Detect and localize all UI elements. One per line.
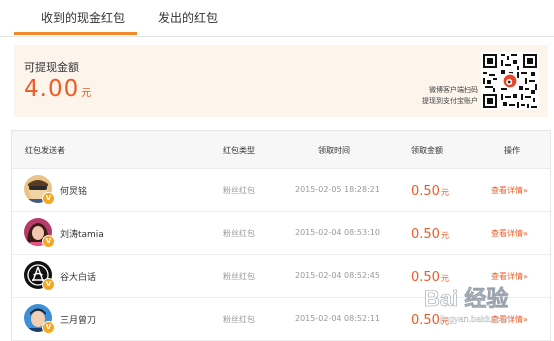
qr-caption: 微博客户端扫码 提现到支付宝账户: [422, 85, 478, 107]
red-packet-records-table: 红包发送者 红包类型 领取时间 领取金额 操作 V 何炅铭 粉丝红包 2015-…: [11, 130, 551, 341]
header-sender: 红包发送者: [25, 146, 65, 155]
verified-badge-icon: V: [42, 192, 55, 205]
active-tab-indicator: [14, 32, 137, 35]
sender-name[interactable]: 刘涛tamia: [60, 227, 104, 240]
avatar[interactable]: V: [24, 304, 55, 334]
tab-bar: 收到的现金红包 发出的红包: [0, 0, 554, 37]
received-amount: 0.50元: [411, 266, 449, 285]
packet-type: 粉丝红包: [223, 272, 255, 281]
received-time: 2015-02-04 08:52:45: [295, 271, 380, 280]
header-type: 红包类型: [223, 146, 255, 155]
avatar[interactable]: V: [24, 218, 55, 248]
view-details-link[interactable]: 查看详情»: [491, 271, 528, 282]
table-header: 红包发送者 红包类型 领取时间 领取金额 操作: [12, 131, 550, 169]
sender-name[interactable]: 谷大白话: [60, 270, 96, 283]
verified-badge-icon: V: [42, 278, 55, 291]
amount-unit: 元: [440, 231, 449, 240]
view-details-link[interactable]: 查看详情»: [491, 185, 528, 196]
packet-type: 粉丝红包: [223, 186, 255, 195]
balance-amount-unit: 元: [81, 88, 92, 99]
sender-name[interactable]: 何炅铭: [60, 184, 87, 197]
received-time: 2015-02-04 08:53:10: [295, 228, 380, 237]
header-amount: 领取金额: [411, 146, 443, 155]
amount-value: 0.50: [411, 227, 440, 242]
amount-unit: 元: [440, 317, 449, 326]
packet-type: 粉丝红包: [223, 229, 255, 238]
withdrawable-balance-panel: 可提现金额 4.00 元 微博客户端扫码 提现到支付宝账户: [14, 45, 548, 117]
avatar[interactable]: V: [24, 175, 55, 205]
qr-caption-line2: 提现到支付宝账户: [422, 97, 478, 105]
amount-unit: 元: [440, 274, 449, 283]
qr-caption-line1: 微博客户端扫码: [429, 86, 478, 94]
amount-value: 0.50: [411, 313, 440, 328]
header-action: 操作: [504, 146, 520, 155]
received-time: 2015-02-05 18:28:21: [295, 185, 380, 194]
table-row: V 刘涛tamia 粉丝红包 2015-02-04 08:53:10 0.50元…: [12, 212, 550, 255]
tab-sent-packets[interactable]: 发出的红包: [158, 9, 218, 26]
table-row: V 三月曾刀 粉丝红包 2015-02-04 08:52:11 0.50元 查看…: [12, 298, 550, 341]
received-amount: 0.50元: [411, 223, 449, 242]
balance-amount-value: 4.00: [24, 76, 80, 102]
table-row: V 谷大白话 粉丝红包 2015-02-04 08:52:45 0.50元 查看…: [12, 255, 550, 298]
amount-unit: 元: [440, 188, 449, 197]
verified-badge-icon: V: [42, 321, 55, 334]
verified-badge-icon: V: [42, 235, 55, 248]
sender-name[interactable]: 三月曾刀: [60, 313, 96, 326]
header-time: 领取时间: [318, 146, 350, 155]
received-amount: 0.50元: [411, 180, 449, 199]
tab-received-cash-packets[interactable]: 收到的现金红包: [41, 9, 125, 26]
avatar[interactable]: V: [24, 261, 55, 291]
amount-value: 0.50: [411, 270, 440, 285]
balance-label: 可提现金额: [24, 61, 79, 74]
received-time: 2015-02-04 08:52:11: [295, 314, 380, 323]
balance-amount: 4.00 元: [24, 76, 91, 102]
packet-type: 粉丝红包: [223, 315, 255, 324]
received-amount: 0.50元: [411, 309, 449, 328]
view-details-link[interactable]: 查看详情»: [491, 228, 528, 239]
amount-value: 0.50: [411, 184, 440, 199]
view-details-link[interactable]: 查看详情»: [491, 314, 528, 325]
table-row: V 何炅铭 粉丝红包 2015-02-05 18:28:21 0.50元 查看详…: [12, 169, 550, 212]
qr-code-icon: [481, 52, 539, 110]
